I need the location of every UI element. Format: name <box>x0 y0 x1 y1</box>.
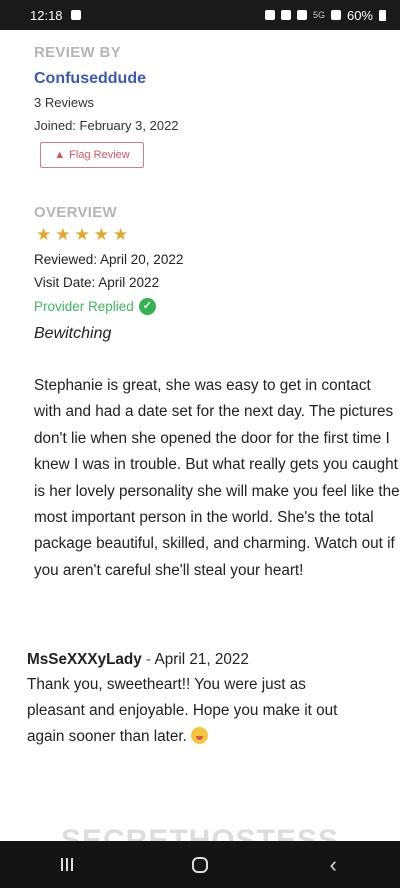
joined-date: Joined: February 3, 2022 <box>34 118 179 133</box>
battery-percent: 60% <box>346 7 373 23</box>
review-by-label: REVIEW BY <box>34 44 121 61</box>
home-icon <box>191 856 208 873</box>
status-time: 12:18 <box>30 7 63 23</box>
review-body: Stephanie is great, she was easy to get … <box>34 377 400 579</box>
signal-icon <box>330 10 341 20</box>
tongue-face-emoji-icon <box>191 727 209 744</box>
warning-triangle-icon: ▲ <box>54 149 66 161</box>
star-rating: ★★★★★ <box>36 225 133 244</box>
battery-icon <box>379 9 386 21</box>
recent-apps-button[interactable] <box>37 841 97 888</box>
reviews-count: 3 Reviews <box>34 95 94 110</box>
reply-separator: - <box>141 651 155 668</box>
back-chevron-icon: ‹ <box>329 851 337 877</box>
wifi-icon <box>296 10 307 20</box>
visit-date: Visit Date: April 2022 <box>34 275 160 290</box>
status-bar: 12:18 5G 60% <box>0 0 400 30</box>
alarm-icon <box>264 10 275 20</box>
flag-review-label: Flag Review <box>69 149 130 161</box>
reply-header: MsSeXXXyLady - April 21, 2022 <box>27 648 347 672</box>
flag-review-button[interactable]: ▲ Flag Review <box>40 142 144 168</box>
check-circle-icon: ✓ <box>138 298 156 315</box>
provider-reply: MsSeXXXyLady - April 21, 2022 Thank you,… <box>27 648 347 750</box>
reply-body: Thank you, sweetheart!! You were just as… <box>27 676 338 745</box>
reviewer-name-link[interactable]: Confuseddude <box>34 70 146 88</box>
android-nav-bar: ‹ <box>0 841 400 888</box>
home-button[interactable] <box>170 841 230 888</box>
vibrate-icon <box>280 10 291 20</box>
back-button[interactable]: ‹ <box>303 841 363 888</box>
gallery-notification-icon <box>70 10 81 20</box>
overview-label: OVERVIEW <box>34 204 117 221</box>
provider-replied-label: Provider Replied <box>34 299 134 314</box>
reply-author: MsSeXXXyLady <box>27 651 142 668</box>
provider-replied-status: Provider Replied ✓ <box>34 298 156 315</box>
reviewed-date: Reviewed: April 20, 2022 <box>34 252 184 267</box>
review-title: Bewitching <box>34 325 112 342</box>
reply-body-wrap: Thank you, sweetheart!! You were just as… <box>27 672 347 750</box>
reply-date: April 21, 2022 <box>154 651 249 668</box>
network-type: 5G <box>312 10 325 20</box>
recent-apps-icon <box>60 858 73 871</box>
